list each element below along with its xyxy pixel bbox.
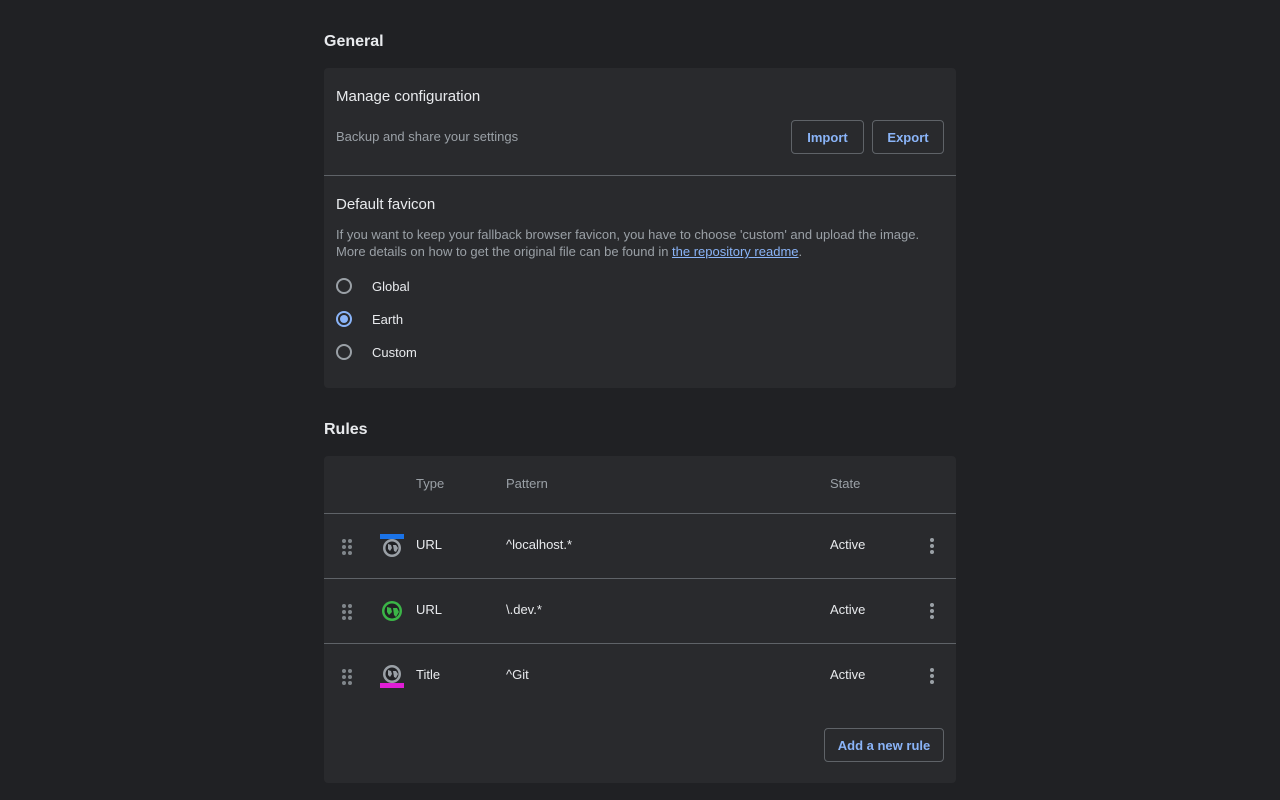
- rule-pattern: ^localhost.*: [506, 537, 573, 552]
- drag-handle-icon[interactable]: [342, 669, 352, 685]
- rules-table-header: Type Pattern State: [324, 456, 956, 513]
- more-vert-icon[interactable]: [924, 666, 940, 686]
- radio-earth[interactable]: Earth: [336, 309, 403, 329]
- column-header-pattern: Pattern: [506, 476, 548, 491]
- radio-label: Global: [372, 278, 410, 294]
- description-period: .: [798, 244, 803, 259]
- more-vert-icon[interactable]: [924, 536, 940, 556]
- drag-handle-icon[interactable]: [342, 539, 352, 555]
- add-rule-button[interactable]: Add a new rule: [824, 728, 944, 762]
- default-favicon-row: Default favicon If you want to keep your…: [324, 176, 956, 388]
- default-favicon-description: If you want to keep your fallback browse…: [336, 226, 919, 260]
- export-button[interactable]: Export: [872, 120, 944, 154]
- table-row: URL \.dev.* Active: [324, 579, 956, 643]
- drag-handle-icon[interactable]: [342, 604, 352, 620]
- table-row: Title ^Git Active: [324, 644, 956, 708]
- general-card: Manage configuration Backup and share yo…: [324, 68, 956, 388]
- rule-state: Active: [830, 537, 866, 552]
- rules-section-title: Rules: [324, 421, 368, 438]
- general-section-title: General: [324, 33, 384, 50]
- globe-icon-blue-top-bar: [380, 534, 404, 557]
- default-favicon-title: Default favicon: [336, 196, 436, 213]
- globe-icon-green: [382, 601, 402, 621]
- table-row: URL ^localhost.* Active: [324, 514, 956, 578]
- import-button[interactable]: Import: [791, 120, 864, 154]
- description-text: More details on how to get the original …: [336, 244, 673, 259]
- rule-type: URL: [416, 602, 443, 617]
- manage-configuration-subtitle: Backup and share your settings: [336, 129, 519, 144]
- radio-button[interactable]: [336, 344, 352, 360]
- column-header-type: Type: [416, 476, 445, 491]
- radio-custom[interactable]: Custom: [336, 342, 417, 362]
- radio-button-checked[interactable]: [336, 311, 352, 327]
- manage-configuration-title: Manage configuration: [336, 88, 481, 105]
- rule-type: URL: [416, 537, 443, 552]
- more-vert-icon[interactable]: [924, 601, 940, 621]
- radio-label: Earth: [372, 311, 404, 327]
- rules-card: Type Pattern State URL ^localhost.* Acti…: [324, 456, 956, 783]
- radio-button[interactable]: [336, 278, 352, 294]
- column-header-state: State: [830, 476, 861, 491]
- radio-global[interactable]: Global: [336, 276, 410, 296]
- globe-icon-magenta-bottom-bar: [380, 665, 404, 688]
- description-line-2: More details on how to get the original …: [336, 243, 919, 260]
- rule-state: Active: [830, 602, 866, 617]
- description-line-1: If you want to keep your fallback browse…: [336, 227, 920, 242]
- rule-state: Active: [830, 667, 866, 682]
- radio-label: Custom: [372, 344, 417, 360]
- rule-pattern: \.dev.*: [506, 602, 542, 617]
- rule-type: Title: [416, 667, 441, 682]
- manage-configuration-row: Manage configuration Backup and share yo…: [324, 68, 956, 175]
- repository-readme-link[interactable]: the repository readme: [672, 244, 798, 259]
- rule-pattern: ^Git: [506, 667, 529, 682]
